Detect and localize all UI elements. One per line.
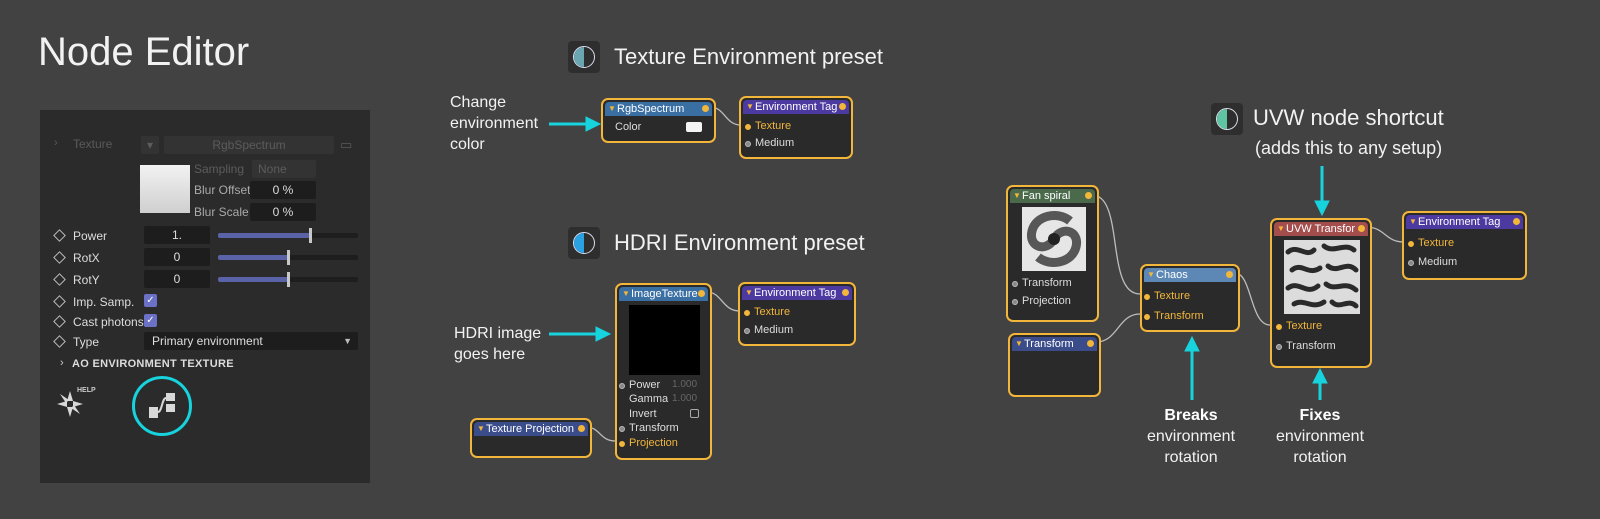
pin-texture[interactable]: Texture (1408, 237, 1454, 249)
pin-power[interactable]: Power (619, 379, 660, 391)
node-environment-tag[interactable]: ▼ Environment Tag Texture Medium (1402, 211, 1527, 280)
image-preview[interactable] (629, 305, 700, 375)
pin-texture[interactable]: Texture (744, 306, 790, 318)
arrow-right-icon (585, 116, 602, 132)
output-pin[interactable] (702, 105, 709, 112)
arrow-right-icon (595, 326, 612, 342)
pin-texture[interactable]: Texture (1144, 290, 1190, 302)
pin-transform[interactable]: Transform (1144, 310, 1204, 322)
node-transform[interactable]: ▼ Transform (1008, 333, 1101, 397)
pin-projection[interactable]: Projection (619, 437, 678, 449)
output-pin[interactable] (1513, 218, 1520, 225)
node-environment-tag[interactable]: ▼ Environment Tag Texture Medium (739, 96, 853, 159)
node-rgbspectrum[interactable]: ▼ RgbSpectrum Color (601, 98, 716, 143)
pin-projection[interactable]: Projection (1012, 295, 1071, 307)
wire-transform-chaos (1095, 313, 1141, 343)
output-pin[interactable] (1226, 271, 1233, 278)
node-chaos[interactable]: ▼ Chaos Texture Transform (1140, 264, 1240, 332)
output-pin[interactable] (698, 290, 705, 297)
pin-transform[interactable]: Transform (1276, 340, 1336, 352)
node-imagetexture[interactable]: ▼ ImageTexture Power 1.000 Gamma 1.000 In… (615, 283, 712, 460)
output-pin[interactable] (839, 103, 846, 110)
wire-fan-chaos (1091, 194, 1141, 295)
wire-chaos-uvw (1234, 272, 1271, 326)
node-environment-tag[interactable]: ▼ Environment Tag Texture Medium (738, 282, 856, 346)
arrow-up-icon (1312, 367, 1328, 384)
pin-medium[interactable]: Medium (744, 324, 793, 336)
gamma-value[interactable]: 1.000 (672, 393, 697, 404)
pin-invert: Invert (629, 408, 657, 420)
node-fan-spiral[interactable]: ▼ Fan spiral Transform Projection (1006, 185, 1099, 322)
output-pin[interactable] (1085, 192, 1092, 199)
arrow-up-icon (1184, 335, 1200, 352)
power-value[interactable]: 1.000 (672, 379, 697, 390)
pin-medium[interactable]: Medium (1408, 256, 1457, 268)
output-pin[interactable] (1358, 225, 1365, 232)
invert-checkbox[interactable] (690, 409, 699, 418)
fan-spiral-preview[interactable] (1022, 207, 1086, 271)
chaos-noise-preview[interactable] (1284, 240, 1360, 314)
arrow-down-icon (1314, 200, 1330, 217)
pin-gamma[interactable]: Gamma (629, 393, 668, 405)
pin-texture[interactable]: Texture (1276, 320, 1322, 332)
node-texture-projection[interactable]: ▼ Texture Projection (470, 418, 592, 458)
output-pin[interactable] (842, 289, 849, 296)
output-pin[interactable] (578, 425, 585, 432)
output-pin[interactable] (1087, 340, 1094, 347)
color-swatch[interactable] (686, 122, 702, 132)
pin-texture[interactable]: Texture (745, 120, 791, 132)
node-uvw-transform[interactable]: ▼ UVW Transfor Texture Transform (1270, 218, 1372, 368)
pin-transform[interactable]: Transform (619, 422, 679, 434)
pin-medium[interactable]: Medium (745, 137, 794, 149)
pin-transform[interactable]: Transform (1012, 277, 1072, 289)
pin-color: Color (615, 121, 642, 133)
